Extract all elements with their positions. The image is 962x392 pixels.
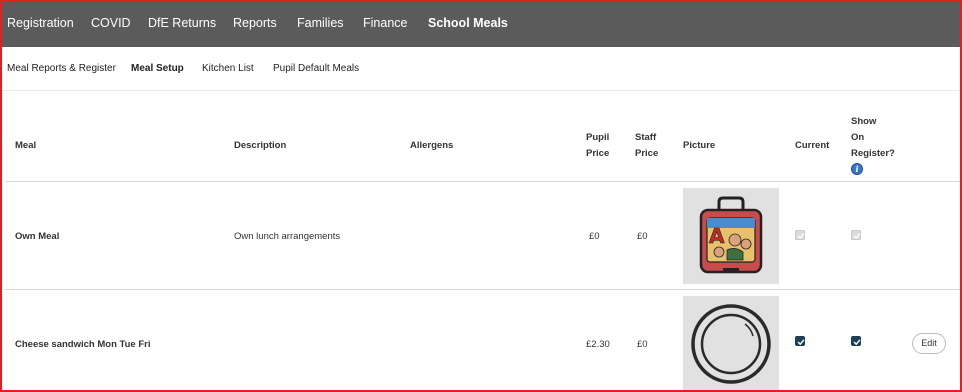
column-header-pupil-price-line1: Pupil bbox=[586, 132, 610, 143]
column-header-show-on-register: Show On Register? bbox=[851, 114, 895, 162]
row-1-pupil-price: £0 bbox=[589, 231, 600, 242]
row-1-description: Own lunch arrangements bbox=[234, 231, 341, 242]
sub-nav: Meal Reports & Register Meal Setup Kitch… bbox=[2, 47, 960, 91]
row-2-show-on-register-checkbox[interactable] bbox=[851, 336, 861, 346]
column-header-show-line2: On bbox=[851, 132, 865, 143]
column-header-staff-price: Staff Price bbox=[635, 130, 658, 162]
svg-text:A: A bbox=[709, 224, 725, 248]
top-nav-dfe-returns[interactable]: DfE Returns bbox=[148, 16, 216, 30]
top-nav-covid[interactable]: COVID bbox=[91, 16, 131, 30]
column-header-show-line1: Show bbox=[851, 116, 877, 127]
row-1-picture: A bbox=[683, 188, 779, 284]
column-header-pupil-price: Pupil Price bbox=[586, 130, 609, 162]
sub-nav-kitchen-list[interactable]: Kitchen List bbox=[202, 63, 254, 74]
row-2-staff-price: £0 bbox=[637, 339, 648, 350]
column-header-meal: Meal bbox=[15, 140, 37, 151]
checkmark-icon bbox=[797, 339, 805, 346]
column-header-staff-price-line2: Price bbox=[635, 148, 659, 159]
row-1-meal: Own Meal bbox=[15, 231, 60, 242]
row-1-show-on-register-checkbox[interactable] bbox=[851, 230, 861, 240]
column-header-show-line3: Register? bbox=[851, 148, 895, 159]
checkmark-icon bbox=[797, 233, 805, 240]
checkmark-icon bbox=[853, 339, 861, 346]
row-2-current-checkbox[interactable] bbox=[795, 336, 805, 346]
info-icon[interactable]: i bbox=[851, 163, 863, 175]
row-2-picture bbox=[683, 296, 779, 390]
row-divider bbox=[5, 289, 960, 290]
row-1-staff-price: £0 bbox=[637, 231, 648, 242]
column-header-current: Current bbox=[795, 140, 830, 151]
sub-nav-meal-reports[interactable]: Meal Reports & Register bbox=[7, 63, 116, 74]
row-2-pupil-price: £2.30 bbox=[586, 339, 610, 350]
lunchbox-icon: A bbox=[699, 196, 763, 274]
column-header-pupil-price-line2: Price bbox=[586, 148, 610, 159]
top-nav-school-meals[interactable]: School Meals bbox=[428, 16, 508, 30]
sub-nav-meal-setup[interactable]: Meal Setup bbox=[131, 63, 184, 74]
column-header-allergens: Allergens bbox=[410, 140, 454, 151]
top-nav-finance[interactable]: Finance bbox=[363, 16, 407, 30]
top-nav-families[interactable]: Families bbox=[297, 16, 344, 30]
header-divider bbox=[5, 181, 960, 182]
top-nav-reports[interactable]: Reports bbox=[233, 16, 277, 30]
plate-icon bbox=[691, 304, 771, 384]
column-header-picture: Picture bbox=[683, 140, 716, 151]
column-header-description: Description bbox=[234, 140, 287, 151]
app-frame: Registration COVID DfE Returns Reports F… bbox=[0, 0, 962, 392]
top-nav: Registration COVID DfE Returns Reports F… bbox=[2, 2, 960, 47]
checkmark-icon bbox=[853, 233, 861, 240]
row-1-current-checkbox[interactable] bbox=[795, 230, 805, 240]
edit-button[interactable]: Edit bbox=[912, 333, 946, 354]
column-header-staff-price-line1: Staff bbox=[635, 132, 657, 143]
sub-nav-pupil-default-meals[interactable]: Pupil Default Meals bbox=[273, 63, 359, 74]
top-nav-registration[interactable]: Registration bbox=[7, 16, 74, 30]
row-2-meal: Cheese sandwich Mon Tue Fri bbox=[15, 339, 151, 350]
